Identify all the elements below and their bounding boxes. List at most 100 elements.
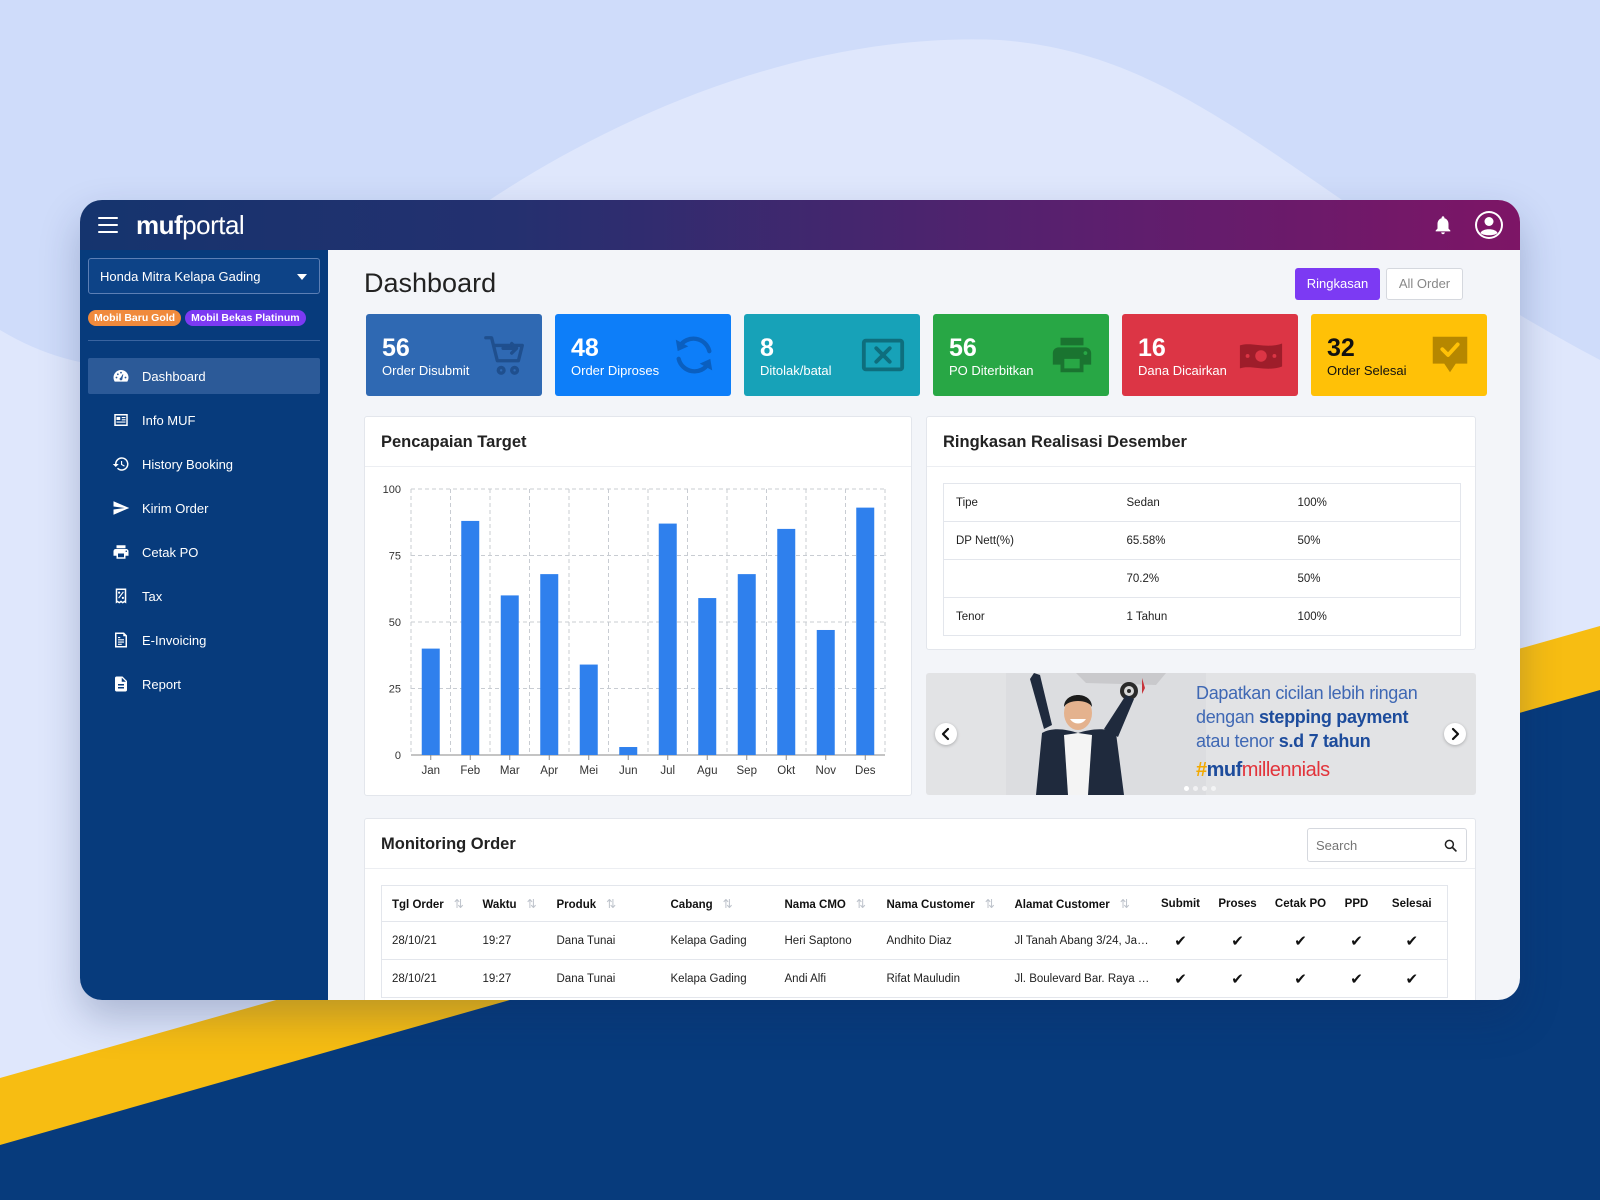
column-header-alamat-customer[interactable]: Alamat Customer ⇅ [1005, 886, 1151, 922]
stat-value: 16 [1138, 334, 1166, 362]
stat-card-order-disubmit[interactable]: 56 Order Disubmit [366, 314, 542, 396]
sort-icon[interactable]: ⇅ [606, 897, 616, 911]
target-panel: Pencapaian Target 0 25 50 75 100 Jan Feb Mar Apr… [364, 416, 912, 796]
bar-sep [737, 574, 756, 755]
y-tick-label: 25 [389, 684, 401, 696]
banner-man-image [1006, 673, 1206, 795]
promo-banner[interactable]: Dapatkan cicilan lebih ringan dengan ste… [926, 673, 1476, 795]
bar-agu [698, 598, 717, 755]
search-input[interactable] [1308, 829, 1438, 861]
summary-panel-title: Ringkasan Realisasi Desember [943, 433, 1187, 451]
refresh-icon [675, 336, 713, 374]
bar-des [856, 507, 875, 755]
sort-icon[interactable]: ⇅ [856, 897, 866, 911]
sort-icon[interactable]: ⇅ [454, 897, 464, 911]
x-tick-label: Nov [816, 765, 837, 777]
invoice-icon [115, 632, 127, 648]
stat-card-ditolak-batal[interactable]: 8 Ditolak/batal [744, 314, 920, 396]
sidebar-item-dashboard[interactable]: Dashboard [88, 358, 320, 394]
table-cell: Jl. Boulevard Bar. Raya No. 1 [1004, 959, 1151, 998]
sidebar-divider [88, 340, 320, 341]
money-icon [1239, 343, 1283, 369]
status-check-icon: ✔ [1376, 921, 1448, 960]
column-header-nama-customer[interactable]: Nama Customer ⇅ [877, 886, 1005, 922]
sort-icon[interactable]: ⇅ [527, 897, 537, 911]
table-cell: Rifat Mauludin [876, 959, 1005, 998]
column-header-waktu[interactable]: Waktu ⇅ [473, 886, 547, 922]
sidebar-item-info-muf[interactable]: Info MUF [88, 402, 320, 438]
table-row[interactable]: 28/10/21 19:27 Dana Tunai Kelapa Gading … [381, 921, 1448, 960]
table-row[interactable]: 28/10/21 19:27 Dana Tunai Kelapa Gading … [381, 959, 1448, 998]
hamburger-menu-icon[interactable] [98, 217, 118, 233]
bell-icon[interactable] [1432, 214, 1454, 236]
bar-nov [816, 629, 835, 755]
table-cell: Kelapa Gading [660, 921, 775, 960]
y-tick-label: 100 [383, 484, 401, 496]
x-tick-label: Mar [500, 765, 520, 777]
banner-dot[interactable] [1184, 786, 1189, 791]
stat-label: Ditolak/batal [760, 363, 832, 378]
banner-dot[interactable] [1202, 786, 1207, 791]
membership-badges: Mobil Baru Gold Mobil Bekas Platinum [88, 310, 306, 326]
sidebar-item-report[interactable]: Report [88, 666, 320, 702]
column-header-nama-cmo[interactable]: Nama CMO ⇅ [775, 886, 877, 922]
sidebar-item-kirim-order[interactable]: Kirim Order [88, 490, 320, 526]
column-header-submit: Submit [1161, 897, 1200, 910]
table-cell: Tipe [956, 496, 978, 509]
banner-next-button[interactable] [1444, 723, 1466, 745]
search-box [1307, 828, 1467, 862]
stat-value: 48 [571, 334, 599, 362]
stat-card-order-diproses[interactable]: 48 Order Diproses [555, 314, 731, 396]
table-cell: Tenor [943, 597, 1115, 636]
bar-okt [777, 528, 796, 755]
table-cell: 19:27 [472, 959, 547, 998]
bar-jan [421, 648, 440, 755]
tab-ringkasan[interactable]: Ringkasan [1295, 268, 1380, 300]
table-cell: Heri Saptono [774, 921, 877, 960]
table-row: DP Nett(%) 65.58% 50% [943, 521, 1461, 560]
sort-icon[interactable]: ⇅ [985, 897, 995, 911]
table-cell: 50% [1285, 559, 1461, 598]
target-bar-chart: 0 25 50 75 100 Jan Feb Mar Apr Mei Jun Jul Agu Sep Okt… [383, 484, 886, 777]
monitoring-panel-title: Monitoring Order [381, 835, 516, 853]
panel-divider [365, 868, 1475, 869]
status-check-icon: ✔ [1210, 921, 1265, 960]
x-tick-label: Jul [660, 765, 675, 777]
sidebar-item-tax[interactable]: Tax [88, 578, 320, 614]
sidebar: Honda Mitra Kelapa Gading Mobil Baru Gol… [80, 250, 328, 1000]
table-cell: 100% [1285, 597, 1461, 636]
sidebar-item-e-invoicing[interactable]: E-Invoicing [88, 622, 320, 658]
stat-card-dana-dicairkan[interactable]: 16 Dana Dicairkan [1122, 314, 1298, 396]
sort-icon[interactable]: ⇅ [723, 897, 733, 911]
stat-label: Order Disubmit [382, 363, 470, 378]
column-header-tgl-order[interactable]: Tgl Order ⇅ [382, 886, 473, 922]
table-header-row: Tgl Order ⇅ Waktu ⇅ Produk ⇅ Cabang ⇅ Nama C… [382, 886, 1448, 922]
column-header-produk[interactable]: Produk ⇅ [547, 886, 661, 922]
table-cell: Sedan [1126, 496, 1160, 509]
table-cell: 28/10/21 [381, 921, 473, 960]
brand-logo: mufportal [136, 210, 245, 240]
tab-all-order[interactable]: All Order [1386, 268, 1463, 300]
stat-label: Order Diproses [571, 363, 660, 378]
user-avatar-icon[interactable] [1474, 210, 1504, 240]
x-tick-label: Okt [777, 765, 796, 777]
sidebar-item-cetak-po[interactable]: Cetak PO [88, 534, 320, 570]
dealer-select[interactable]: Honda Mitra Kelapa Gading [88, 258, 320, 294]
badge-mobil-baru: Mobil Baru Gold [88, 310, 182, 326]
banner-line: Dapatkan cicilan lebih ringan [1196, 683, 1418, 703]
column-header-cabang[interactable]: Cabang ⇅ [661, 886, 775, 922]
y-tick-label: 0 [395, 750, 401, 762]
stat-card-order-selesai[interactable]: 32 Order Selesai [1311, 314, 1487, 396]
banner-dot[interactable] [1211, 786, 1216, 791]
sidebar-item-history-booking[interactable]: History Booking [88, 446, 320, 482]
table-cell: 65.58% [1114, 521, 1286, 560]
banner-dot[interactable] [1193, 786, 1198, 791]
sort-icon[interactable]: ⇅ [1120, 897, 1130, 911]
banner-headline: Dapatkan cicilan lebih ringan dengan ste… [1196, 681, 1418, 753]
stat-card-po-diterbitkan[interactable]: 56 PO Diterbitkan [933, 314, 1109, 396]
search-icon[interactable] [1444, 839, 1457, 852]
banner-prev-button[interactable] [935, 723, 957, 745]
table-cell: 19:27 [472, 921, 547, 960]
column-header-cetak-po: Cetak PO [1274, 897, 1327, 910]
chevron-down-icon [297, 274, 307, 280]
